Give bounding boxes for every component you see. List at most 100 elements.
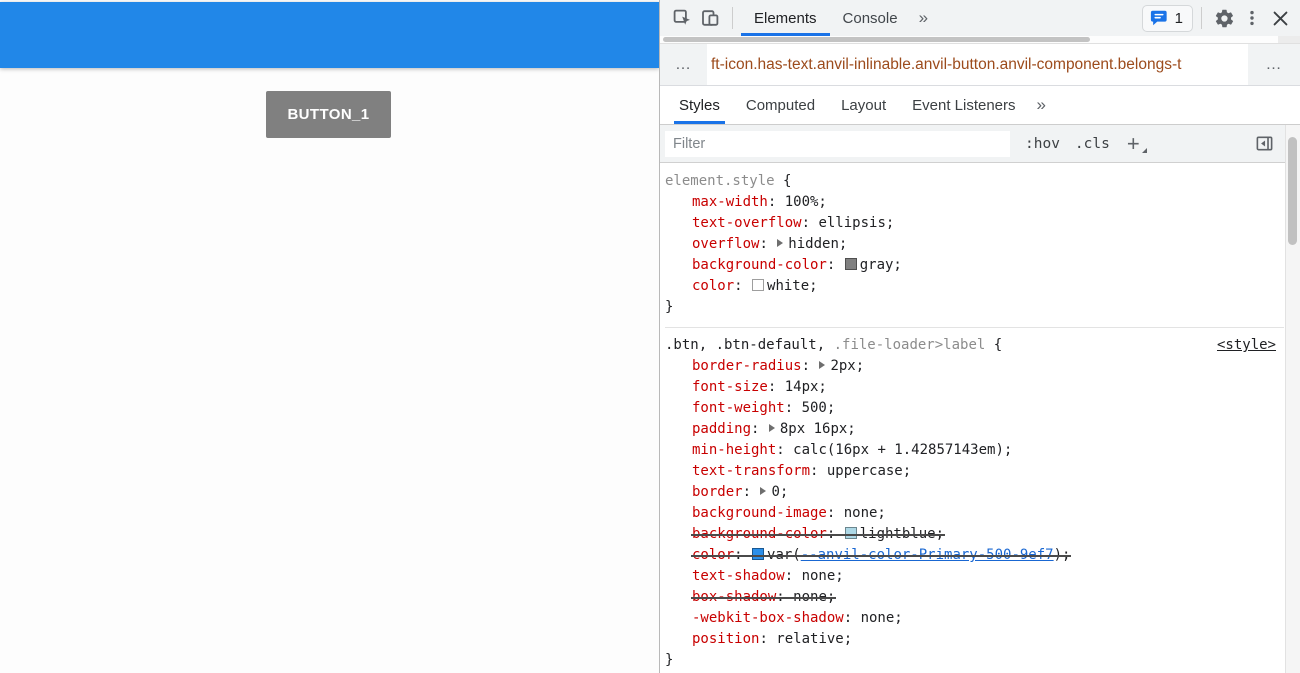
color-swatch[interactable]: [845, 258, 857, 270]
inspect-element-icon[interactable]: [668, 4, 696, 32]
issues-counter[interactable]: 1: [1142, 5, 1193, 32]
css-declaration-min-height[interactable]: min-height: calc(16px + 1.42857143em);: [665, 440, 1284, 461]
css-property-value[interactable]: relative;: [776, 631, 852, 647]
declaration-text: border: 0;: [692, 482, 788, 503]
device-toolbar-icon[interactable]: [696, 4, 724, 32]
css-property-name[interactable]: font-weight: [692, 400, 785, 416]
css-declaration-border[interactable]: border: 0;: [665, 482, 1284, 503]
more-sidebar-tabs-chevron[interactable]: »: [1029, 86, 1054, 124]
css-property-name[interactable]: font-size: [692, 379, 768, 395]
css-property-name[interactable]: background-color: [692, 257, 827, 273]
css-declaration-box-shadow[interactable]: box-shadow: none;: [665, 587, 1284, 608]
css-property-value[interactable]: lightblue;: [860, 526, 944, 542]
css-declaration-text-transform[interactable]: text-transform: uppercase;: [665, 461, 1284, 482]
toggle-sidebar-panel-icon[interactable]: [1250, 130, 1278, 158]
css-property-name[interactable]: box-shadow: [692, 589, 776, 605]
css-declaration-webkit-box-shadow[interactable]: -webkit-box-shadow: none;: [665, 608, 1284, 629]
css-variable-link[interactable]: --anvil-color-Primary-500-9ef7: [801, 547, 1054, 563]
expand-shorthand-icon[interactable]: [760, 487, 766, 495]
breadcrumb-overflow-left[interactable]: …: [660, 44, 707, 85]
css-declaration-position[interactable]: position: relative;: [665, 629, 1284, 650]
css-property-name[interactable]: text-transform: [692, 463, 810, 479]
more-panels-chevron[interactable]: »: [911, 8, 936, 28]
css-property-name[interactable]: padding: [692, 421, 751, 437]
css-declaration-color[interactable]: color: var(--anvil-color-Primary-500-9ef…: [665, 545, 1284, 566]
expand-shorthand-icon[interactable]: [777, 239, 783, 247]
button-1[interactable]: BUTTON_1: [266, 91, 391, 138]
rule-selector[interactable]: .btn, .btn-default, .file-loader>label {…: [665, 335, 1284, 356]
css-declaration-padding[interactable]: padding: 8px 16px;: [665, 419, 1284, 440]
tab-console[interactable]: Console: [830, 0, 911, 36]
css-declaration-color[interactable]: color: white;: [665, 276, 1284, 297]
css-property-value[interactable]: 8px 16px;: [780, 421, 856, 437]
new-style-rule-button[interactable]: +: [1127, 134, 1140, 154]
declaration-text: text-overflow: ellipsis;: [692, 213, 894, 234]
css-declaration-background-image[interactable]: background-image: none;: [665, 503, 1284, 524]
breadcrumb-overflow-right[interactable]: …: [1248, 44, 1300, 85]
pseudo-state-toggle[interactable]: :hov: [1025, 136, 1060, 152]
more-options-dots-icon[interactable]: [1238, 4, 1266, 32]
css-declaration-overflow[interactable]: overflow: hidden;: [665, 234, 1284, 255]
css-property-name[interactable]: background-image: [692, 505, 827, 521]
css-property-value[interactable]: none;: [861, 610, 903, 626]
css-declaration-text-shadow[interactable]: text-shadow: none;: [665, 566, 1284, 587]
css-property-name[interactable]: text-shadow: [692, 568, 785, 584]
devtools-tabs: ElementsConsole: [741, 0, 911, 36]
rule-selector[interactable]: element.style {: [665, 171, 1284, 192]
css-property-name[interactable]: background-color: [692, 526, 827, 542]
css-declaration-border-radius[interactable]: border-radius: 2px;: [665, 356, 1284, 377]
stylesheet-origin-link[interactable]: <style>: [1217, 335, 1276, 356]
css-declaration-text-overflow[interactable]: text-overflow: ellipsis;: [665, 213, 1284, 234]
css-declaration-max-width[interactable]: max-width: 100%;: [665, 192, 1284, 213]
horizontal-scrollbar-thumb[interactable]: [663, 37, 1090, 42]
css-declaration-background-color[interactable]: background-color: lightblue;: [665, 524, 1284, 545]
css-property-value[interactable]: calc(16px + 1.42857143em);: [793, 442, 1012, 458]
breadcrumb-selected-node[interactable]: ft-icon.has-text.anvil-inlinable.anvil-b…: [707, 44, 1248, 85]
expand-shorthand-icon[interactable]: [819, 361, 825, 369]
css-property-name[interactable]: text-overflow: [692, 215, 802, 231]
css-property-value[interactable]: 100%;: [785, 194, 827, 210]
css-declaration-font-weight[interactable]: font-weight: 500;: [665, 398, 1284, 419]
css-property-value[interactable]: uppercase;: [827, 463, 911, 479]
tab-styles[interactable]: Styles: [674, 86, 725, 124]
css-property-name[interactable]: min-height: [692, 442, 776, 458]
css-property-name[interactable]: color: [692, 547, 734, 563]
vertical-scrollbar-thumb[interactable]: [1288, 137, 1297, 245]
element-classes-toggle[interactable]: .cls: [1075, 136, 1110, 152]
css-declaration-font-size[interactable]: font-size: 14px;: [665, 377, 1284, 398]
issues-icon: [1150, 9, 1168, 27]
css-property-name[interactable]: border: [692, 484, 743, 500]
css-property-value[interactable]: 2px;: [830, 358, 864, 374]
declaration-text: box-shadow: none;: [692, 587, 835, 608]
color-swatch[interactable]: [752, 548, 764, 560]
tab-elements[interactable]: Elements: [741, 0, 830, 36]
css-property-value[interactable]: hidden;: [788, 236, 847, 252]
css-property-value[interactable]: 14px;: [785, 379, 827, 395]
css-property-value[interactable]: ellipsis;: [818, 215, 894, 231]
color-swatch[interactable]: [845, 527, 857, 539]
settings-gear-icon[interactable]: [1210, 4, 1238, 32]
scrollbar-corner: [1278, 36, 1300, 43]
css-property-name[interactable]: max-width: [692, 194, 768, 210]
expand-shorthand-icon[interactable]: [769, 424, 775, 432]
css-property-name[interactable]: -webkit-box-shadow: [692, 610, 844, 626]
css-property-name[interactable]: position: [692, 631, 759, 647]
declaration-text: background-color: lightblue;: [692, 524, 944, 545]
css-property-value[interactable]: gray;: [860, 257, 902, 273]
css-property-name[interactable]: color: [692, 278, 734, 294]
css-property-value[interactable]: none;: [793, 589, 835, 605]
tab-event-listeners[interactable]: Event Listeners: [907, 86, 1020, 124]
css-property-value[interactable]: 500;: [802, 400, 836, 416]
tab-computed[interactable]: Computed: [741, 86, 820, 124]
color-swatch[interactable]: [752, 279, 764, 291]
css-declaration-background-color[interactable]: background-color: gray;: [665, 255, 1284, 276]
css-property-value[interactable]: none;: [844, 505, 886, 521]
css-property-value[interactable]: none;: [802, 568, 844, 584]
styles-filter-input[interactable]: [665, 131, 1010, 157]
css-property-value[interactable]: 0;: [771, 484, 788, 500]
css-property-name[interactable]: overflow: [692, 236, 759, 252]
css-property-name[interactable]: border-radius: [692, 358, 802, 374]
css-property-value[interactable]: white;: [767, 278, 818, 294]
close-devtools-icon[interactable]: [1266, 4, 1294, 32]
tab-layout[interactable]: Layout: [836, 86, 891, 124]
